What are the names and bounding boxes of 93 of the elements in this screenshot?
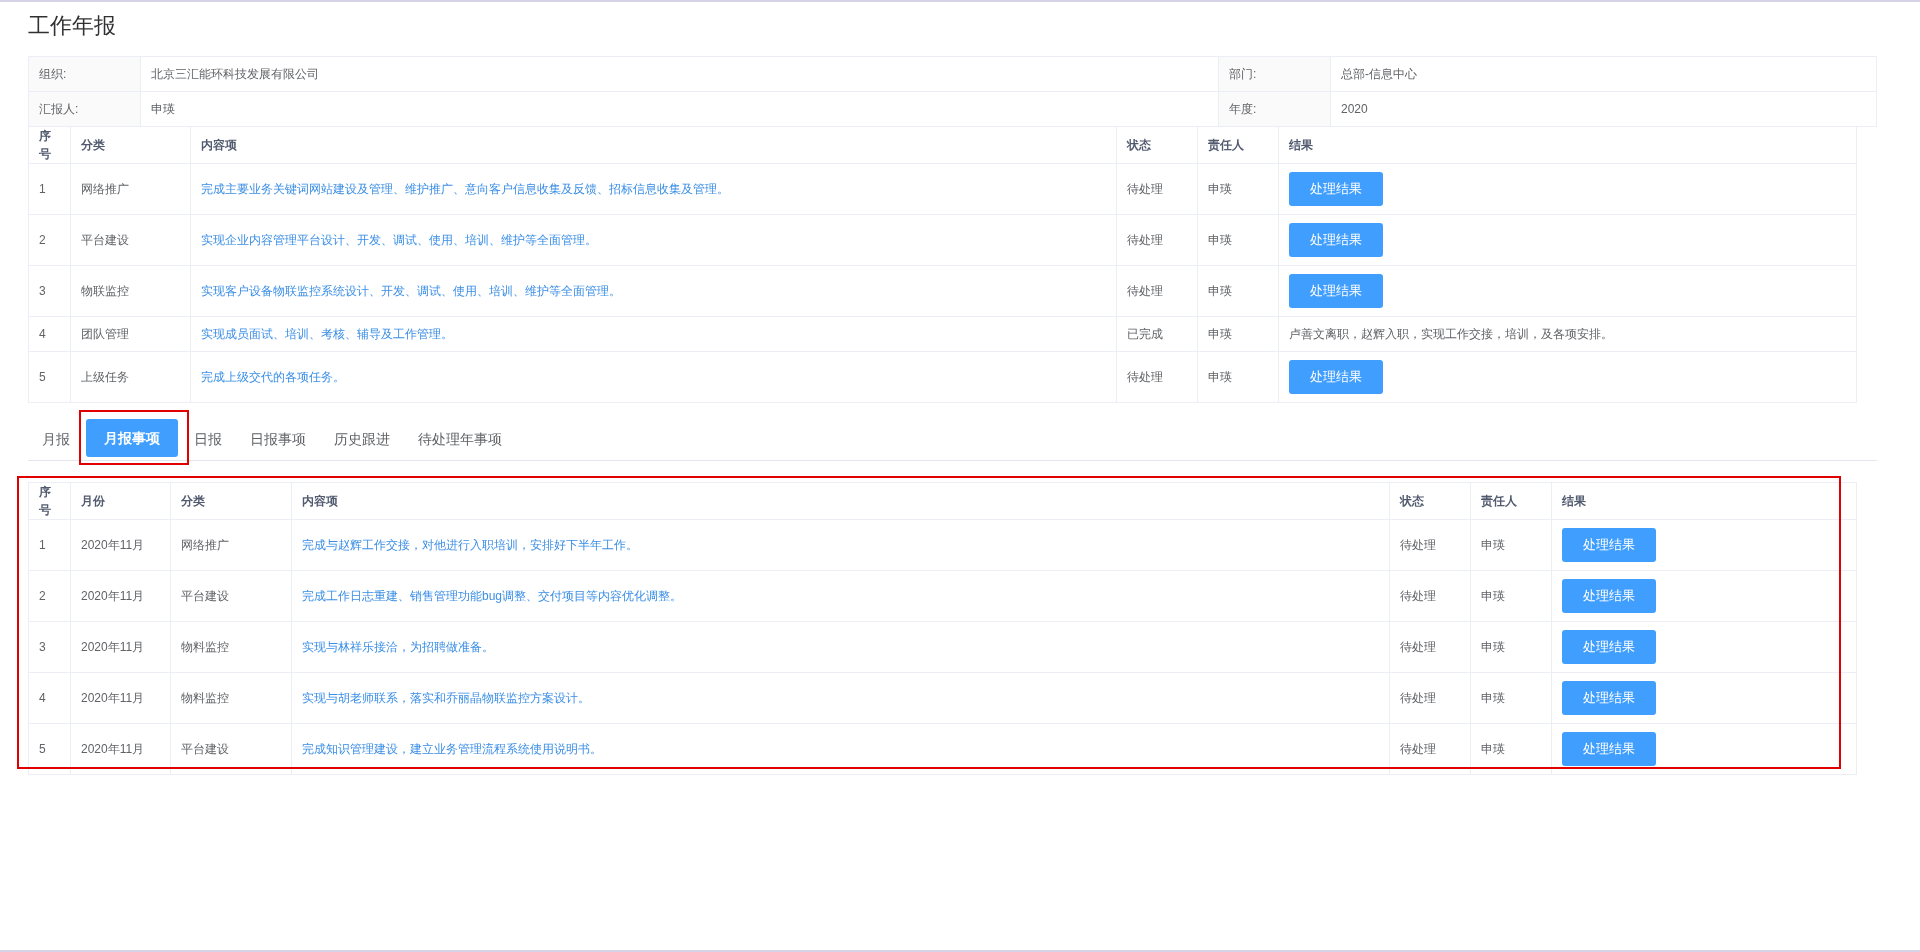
table-cell: 申瑛: [1197, 163, 1279, 215]
table-cell: 待处理: [1389, 672, 1471, 724]
table-cell: 4: [28, 316, 71, 352]
column-header: 结果: [1551, 482, 1857, 520]
process-result-button[interactable]: 处理结果: [1289, 274, 1383, 308]
process-result-button[interactable]: 处理结果: [1562, 681, 1656, 715]
column-header: 内容项: [291, 482, 1390, 520]
field-value: 2020: [1330, 91, 1877, 127]
table-cell: 物联监控: [70, 265, 191, 317]
table-cell: 申瑛: [1470, 672, 1552, 724]
column-header: 分类: [170, 482, 292, 520]
tab[interactable]: 历史跟进: [320, 419, 404, 460]
column-header: 责任人: [1197, 127, 1279, 164]
tab[interactable]: 待处理年事项: [404, 419, 516, 460]
table-cell: 网络推广: [70, 163, 191, 215]
field-label: 汇报人:: [28, 91, 141, 127]
table-cell: 申瑛: [1470, 519, 1552, 571]
content-link[interactable]: 实现企业内容管理平台设计、开发、调试、使用、培训、维护等全面管理。: [201, 233, 597, 247]
process-result-button[interactable]: 处理结果: [1562, 528, 1656, 562]
field-label: 组织:: [28, 56, 141, 92]
table-cell: 2: [28, 570, 71, 622]
table-cell: 待处理: [1116, 163, 1198, 215]
process-result-button[interactable]: 处理结果: [1289, 360, 1383, 394]
process-result-button[interactable]: 处理结果: [1562, 579, 1656, 613]
content-link[interactable]: 完成上级交代的各项任务。: [201, 370, 345, 384]
table-cell: 5: [28, 723, 71, 775]
field-label: 部门:: [1218, 56, 1331, 92]
table-cell: 卢善文离职，赵辉入职，实现工作交接，培训，及各项安排。: [1278, 316, 1857, 352]
table-cell: 申瑛: [1197, 351, 1279, 403]
field-label: 年度:: [1218, 91, 1331, 127]
table-cell: 待处理: [1116, 214, 1198, 266]
content-link[interactable]: 实现与胡老师联系，落实和乔丽晶物联监控方案设计。: [302, 691, 590, 705]
column-header: 状态: [1389, 482, 1471, 520]
table-cell: 2020年11月: [70, 519, 171, 571]
table-cell: 待处理: [1389, 621, 1471, 673]
table-cell: 2020年11月: [70, 723, 171, 775]
table-cell: 申瑛: [1470, 621, 1552, 673]
table-cell: 1: [28, 519, 71, 571]
content-link[interactable]: 实现与林祥乐接洽，为招聘做准备。: [302, 640, 494, 654]
table-cell: 平台建设: [170, 723, 292, 775]
table-cell: 上级任务: [70, 351, 191, 403]
table-cell: 平台建设: [170, 570, 292, 622]
process-result-button[interactable]: 处理结果: [1562, 630, 1656, 664]
field-value: 总部-信息中心: [1330, 56, 1877, 92]
field-value: 北京三汇能环科技发展有限公司: [140, 56, 1219, 92]
field-value: 申瑛: [140, 91, 1219, 127]
table-cell: 4: [28, 672, 71, 724]
table-cell: 2020年11月: [70, 621, 171, 673]
table-cell: 待处理: [1389, 519, 1471, 571]
table-cell: 物料监控: [170, 672, 292, 724]
process-result-button[interactable]: 处理结果: [1289, 223, 1383, 257]
content-link[interactable]: 完成主要业务关键词网站建设及管理、维护推广、意向客户信息收集及反馈、招标信息收集及管理。: [201, 182, 729, 196]
column-header: 序号: [28, 127, 71, 164]
table-cell: 申瑛: [1197, 214, 1279, 266]
table-cell: 1: [28, 163, 71, 215]
column-header: 责任人: [1470, 482, 1552, 520]
table-cell: 平台建设: [70, 214, 191, 266]
table-cell: 申瑛: [1197, 316, 1279, 352]
content-link[interactable]: 完成与赵辉工作交接，对他进行入职培训，安排好下半年工作。: [302, 538, 638, 552]
table-cell: 待处理: [1116, 351, 1198, 403]
table-cell: 待处理: [1389, 723, 1471, 775]
column-header: 分类: [70, 127, 191, 164]
table-cell: 申瑛: [1197, 265, 1279, 317]
process-result-button[interactable]: 处理结果: [1289, 172, 1383, 206]
table-cell: 待处理: [1389, 570, 1471, 622]
tab[interactable]: 月报: [28, 419, 84, 460]
table-cell: 物料监控: [170, 621, 292, 673]
column-header: 月份: [70, 482, 171, 520]
table-cell: 申瑛: [1470, 723, 1552, 775]
table-cell: 待处理: [1116, 265, 1198, 317]
table-cell: 3: [28, 265, 71, 317]
content-link[interactable]: 实现客户设备物联监控系统设计、开发、调试、使用、培训、维护等全面管理。: [201, 284, 621, 298]
process-result-button[interactable]: 处理结果: [1562, 732, 1656, 766]
table-cell: 2020年11月: [70, 570, 171, 622]
tab[interactable]: 日报: [180, 419, 236, 460]
column-header: 状态: [1116, 127, 1198, 164]
tab[interactable]: 月报事项: [86, 419, 178, 457]
page-title: 工作年报: [28, 12, 117, 40]
table-cell: 已完成: [1116, 316, 1198, 352]
table-cell: 3: [28, 621, 71, 673]
content-link[interactable]: 完成工作日志重建、销售管理功能bug调整、交付项目等内容优化调整。: [302, 589, 683, 603]
table-cell: 团队管理: [70, 316, 191, 352]
content-link[interactable]: 实现成员面试、培训、考核、辅导及工作管理。: [201, 327, 453, 341]
column-header: 序号: [28, 482, 71, 520]
table-cell: 申瑛: [1470, 570, 1552, 622]
table-cell: 2020年11月: [70, 672, 171, 724]
tab[interactable]: 日报事项: [236, 419, 320, 460]
content-link[interactable]: 完成知识管理建设，建立业务管理流程系统使用说明书。: [302, 742, 602, 756]
table-cell: 5: [28, 351, 71, 403]
table-cell: 网络推广: [170, 519, 292, 571]
table-cell: 2: [28, 214, 71, 266]
column-header: 结果: [1278, 127, 1857, 164]
column-header: 内容项: [190, 127, 1117, 164]
